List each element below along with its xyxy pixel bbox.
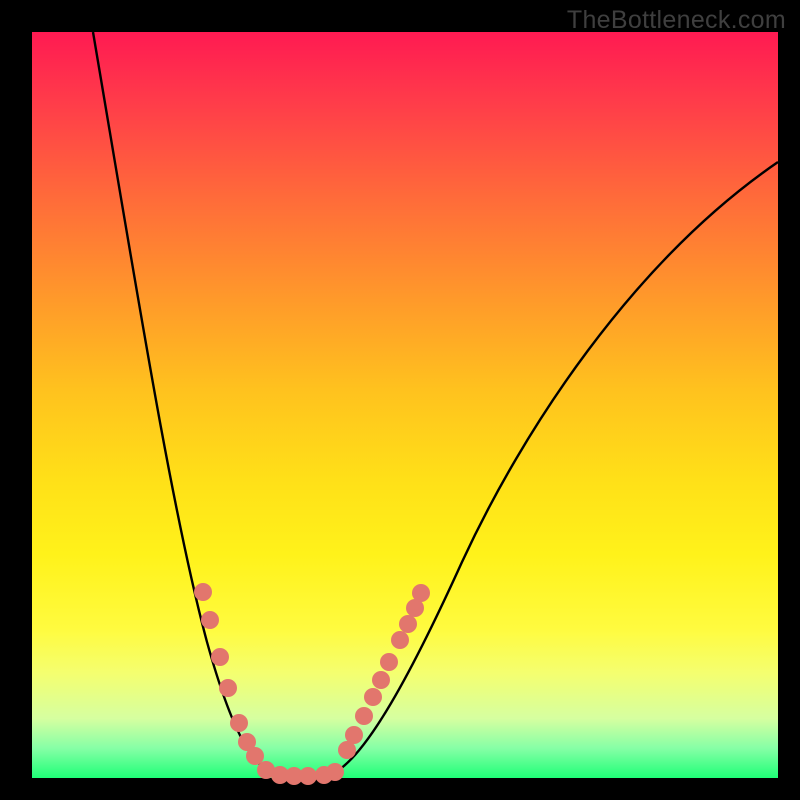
- curve-dot: [194, 583, 212, 601]
- curve-dot: [380, 653, 398, 671]
- curve-dot: [345, 726, 363, 744]
- curve-dot: [391, 631, 409, 649]
- curve-dot: [364, 688, 382, 706]
- curve-svg: [32, 32, 778, 778]
- curve-dot: [219, 679, 237, 697]
- curve-dot: [299, 767, 317, 785]
- curve-dot: [246, 747, 264, 765]
- chart-stage: TheBottleneck.com: [0, 0, 800, 800]
- plot-area: [32, 32, 778, 778]
- curve-dot: [326, 763, 344, 781]
- curve-dot: [355, 707, 373, 725]
- attribution-text: TheBottleneck.com: [567, 6, 786, 35]
- curve-dot: [412, 584, 430, 602]
- curve-dot: [211, 648, 229, 666]
- curve-dot: [372, 671, 390, 689]
- dots-left-group: [194, 583, 303, 785]
- left-curve: [93, 32, 306, 776]
- dots-right-group: [299, 584, 430, 785]
- curve-dot: [201, 611, 219, 629]
- curve-dot: [399, 615, 417, 633]
- curve-dot: [230, 714, 248, 732]
